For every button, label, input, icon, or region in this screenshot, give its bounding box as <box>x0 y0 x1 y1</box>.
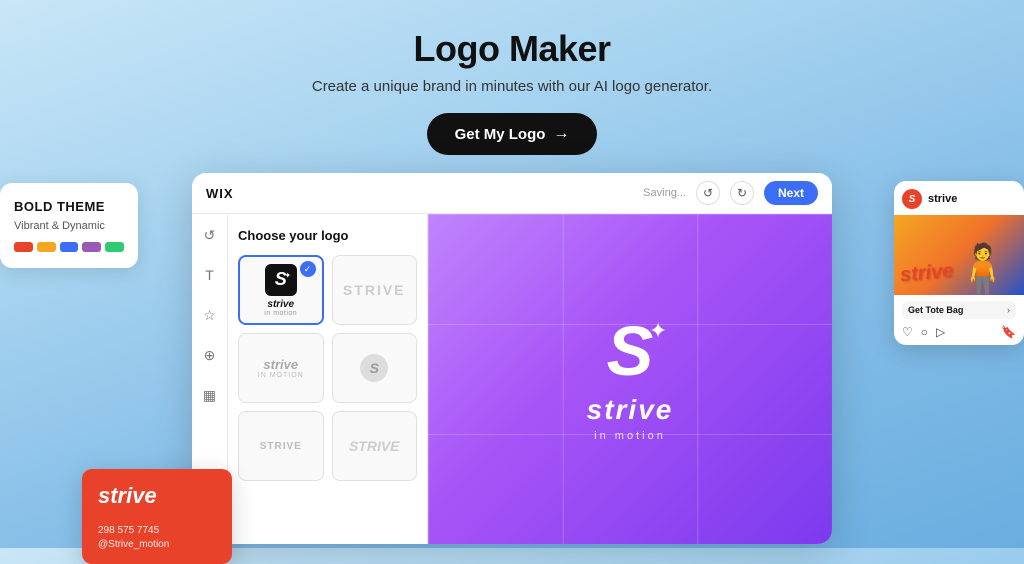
canvas-s-container: S ✦ <box>607 316 654 386</box>
social-brand-name: strive <box>928 193 957 205</box>
swatch-green <box>105 242 124 252</box>
social-person-icon: 🧍 <box>952 245 1014 295</box>
wix-editor: WIX Saving... ↺ ↻ Next ↺ T ☆ ⊕ ▦ Choose … <box>192 173 832 544</box>
logo-grid: S ✦ strive in motion STRIVE <box>238 255 417 481</box>
color-swatches <box>14 242 124 252</box>
get-tote-label: Get Tote Bag <box>908 305 963 315</box>
bold-theme-card: BOLD THEME Vibrant & Dynamic <box>0 183 138 268</box>
logo-item-2[interactable]: STRIVE <box>332 255 418 325</box>
cta-arrow-icon: → <box>553 125 569 143</box>
wix-saving-text: Saving... <box>643 187 686 199</box>
wix-canvas: S ✦ strive in motion <box>428 214 832 544</box>
business-phone: 298 575 7745 <box>98 525 216 536</box>
bold-theme-label: BOLD THEME <box>14 199 124 214</box>
canvas-brand: strive <box>587 394 674 426</box>
sidebar-icon-add[interactable]: ⊕ <box>199 344 221 366</box>
cta-label: Get My Logo <box>455 126 546 143</box>
page-title: Logo Maker <box>0 28 1024 70</box>
wix-topbar-right: Saving... ↺ ↻ Next <box>643 181 818 205</box>
social-avatar: S <box>902 189 922 209</box>
cta-button[interactable]: Get My Logo → <box>427 113 598 155</box>
get-tote-row[interactable]: Get Tote Bag › <box>902 301 1016 319</box>
swatch-blue <box>60 242 79 252</box>
logo-item-4[interactable]: S <box>332 333 418 403</box>
logo-item-5[interactable]: strive <box>238 411 324 481</box>
logo-panel-title: Choose your logo <box>238 228 417 243</box>
wix-body: ↺ T ☆ ⊕ ▦ Choose your logo S ✦ <box>192 214 832 544</box>
business-card: strive 298 575 7745 @Strive_motion <box>82 469 232 564</box>
swatch-orange <box>37 242 56 252</box>
wix-logo: WIX <box>206 186 234 201</box>
social-card: S strive strive 🧍 Get Tote Bag › ♡ ○ ▷ 🔖 <box>894 181 1024 345</box>
page-subtitle: Create a unique brand in minutes with ou… <box>0 78 1024 95</box>
comment-icon[interactable]: ○ <box>921 325 928 339</box>
social-actions: ♡ ○ ▷ 🔖 <box>902 325 1016 339</box>
social-card-footer: Get Tote Bag › ♡ ○ ▷ 🔖 <box>894 295 1024 345</box>
bold-theme-subtitle: Vibrant & Dynamic <box>14 220 124 232</box>
main-content: BOLD THEME Vibrant & Dynamic strive 298 … <box>0 173 1024 544</box>
business-handle: @Strive_motion <box>98 539 216 550</box>
canvas-logo: S ✦ strive in motion <box>587 316 674 442</box>
get-tote-arrow-icon: › <box>1007 305 1010 315</box>
social-card-header: S strive <box>894 181 1024 215</box>
sidebar-icon-refresh[interactable]: ↺ <box>199 224 221 246</box>
logo-panel: Choose your logo S ✦ strive in motion <box>228 214 428 544</box>
canvas-s-letter: S <box>607 312 654 390</box>
bookmark-icon[interactable]: 🔖 <box>1001 325 1016 339</box>
swatch-red <box>14 242 33 252</box>
canvas-tagline: in motion <box>594 430 666 442</box>
sidebar-icon-grid[interactable]: ▦ <box>199 384 221 406</box>
sidebar-icon-star[interactable]: ☆ <box>199 304 221 326</box>
sidebar-icon-text[interactable]: T <box>199 264 221 286</box>
swatch-purple <box>82 242 101 252</box>
social-bag-text: strive <box>899 260 954 288</box>
wix-topbar: WIX Saving... ↺ ↻ Next <box>192 173 832 214</box>
undo-button[interactable]: ↺ <box>696 181 720 205</box>
social-image: strive 🧍 <box>894 215 1024 295</box>
canvas-star-icon: ✦ <box>649 318 667 344</box>
page-header: Logo Maker Create a unique brand in minu… <box>0 0 1024 155</box>
share-icon[interactable]: ▷ <box>936 325 945 339</box>
logo-item-1[interactable]: S ✦ strive in motion <box>238 255 324 325</box>
redo-button[interactable]: ↻ <box>730 181 754 205</box>
heart-icon[interactable]: ♡ <box>902 325 913 339</box>
next-button[interactable]: Next <box>764 181 818 205</box>
logo-item-3[interactable]: strive IN MOTION <box>238 333 324 403</box>
logo-item-6[interactable]: STRIVE <box>332 411 418 481</box>
business-brand: strive <box>98 483 216 509</box>
